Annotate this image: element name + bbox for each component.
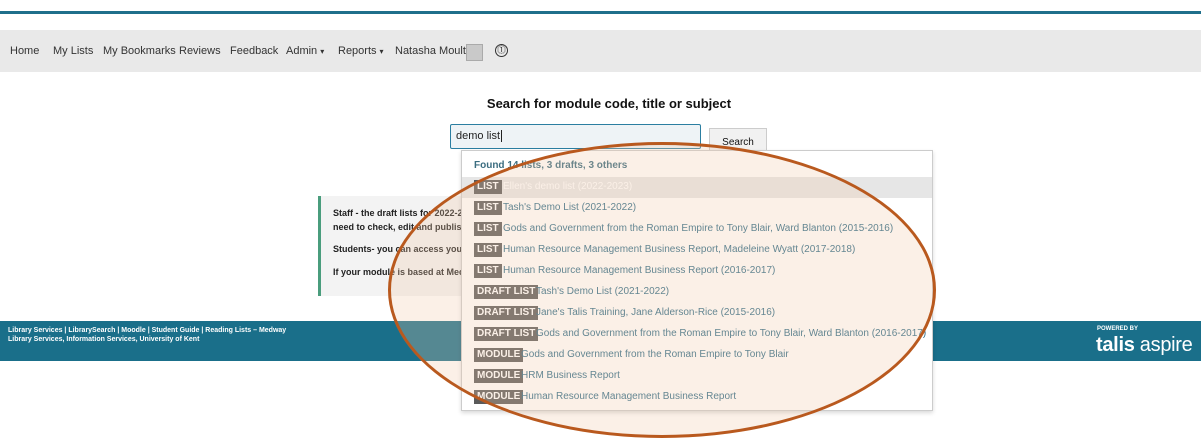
talis-aspire-logo[interactable]: talis aspire (1096, 334, 1193, 357)
result-item[interactable]: LIST Ellen's demo list (2022-2023) (462, 177, 932, 198)
chevron-down-icon: ▾ (320, 47, 325, 56)
result-item[interactable]: LIST Human Resource Management Business R… (462, 240, 932, 261)
result-type-badge: LIST (474, 264, 502, 278)
result-title: Tash's Demo List (2021-2022) (536, 286, 670, 297)
result-type-badge: DRAFT LIST (474, 327, 539, 341)
nav-home[interactable]: Home (10, 30, 39, 72)
result-title: Gods and Government from the Roman Empir… (503, 223, 894, 234)
staff-notice-panel: Staff - the draft lists for 2022-2 need … (318, 196, 471, 296)
result-item[interactable]: DRAFT LIST Gods and Government from the R… (462, 324, 932, 345)
notice-line: If your module is based at Mec (333, 267, 465, 277)
result-type-badge: LIST (474, 180, 502, 194)
nav-reviews[interactable]: Reviews (179, 30, 221, 72)
result-item[interactable]: MODULE Human Resource Management Business… (462, 387, 932, 408)
search-input-value: demo list (456, 130, 501, 142)
notice-line: need to check, edit and publis (333, 222, 462, 232)
result-title: Human Resource Management Business Repor… (521, 391, 737, 402)
result-type-badge: DRAFT LIST (474, 285, 539, 299)
footer-links[interactable]: Library Services | LibrarySearch | Moodl… (8, 327, 286, 334)
top-accent-line (0, 11, 1201, 14)
result-type-badge: DRAFT LIST (474, 306, 539, 320)
result-title: Ellen's demo list (2022-2023) (503, 181, 633, 192)
search-title: Search for module code, title or subject (486, 96, 732, 111)
notice-line: Students- you can access you (333, 244, 463, 254)
notice-line: Staff - the draft lists for 2022-2 (333, 208, 463, 218)
result-type-badge: MODULE (474, 390, 524, 404)
nav-admin-menu[interactable]: Admin ▾ (286, 30, 324, 72)
result-type-badge: MODULE (474, 348, 524, 362)
chevron-down-icon: ▾ (379, 47, 384, 56)
nav-reports-menu[interactable]: Reports ▾ (338, 30, 384, 72)
result-title: Gods and Government from the Roman Empir… (521, 349, 789, 360)
result-item[interactable]: LIST Human Resource Management Business R… (462, 261, 932, 282)
accessibility-icon[interactable]: ⓵ (495, 44, 508, 57)
footer-org-line: Library Services, Information Services, … (8, 336, 200, 343)
result-title: Human Resource Management Business Repor… (503, 244, 856, 255)
result-title: Gods and Government from the Roman Empir… (536, 328, 927, 339)
nav-reports-label: Reports (338, 45, 377, 57)
logo-light-part: aspire (1139, 334, 1193, 356)
result-type-badge: MODULE (474, 369, 524, 383)
logo-bold-part: talis (1096, 334, 1135, 356)
results-summary: Found 14 lists, 3 drafts, 3 others (474, 160, 628, 171)
result-title: HRM Business Report (521, 370, 620, 381)
result-title: Jane's Talis Training, Jane Alderson-Ric… (536, 307, 776, 318)
result-title: Human Resource Management Business Repor… (503, 265, 776, 276)
result-type-badge: LIST (474, 201, 502, 215)
nav-my-lists[interactable]: My Lists (53, 30, 93, 72)
search-input[interactable]: demo list (450, 124, 701, 149)
nav-my-bookmarks[interactable]: My Bookmarks (103, 30, 176, 72)
result-item[interactable]: DRAFT LIST Tash's Demo List (2021-2022) (462, 282, 932, 303)
result-type-badge: LIST (474, 222, 502, 236)
result-item[interactable]: MODULE Gods and Government from the Roman… (462, 345, 932, 366)
result-item[interactable]: LIST Tash's Demo List (2021-2022) (462, 198, 932, 219)
autocomplete-dropdown: Found 14 lists, 3 drafts, 3 others LIST E… (461, 150, 933, 411)
result-title: Tash's Demo List (2021-2022) (503, 202, 637, 213)
powered-by-label: POWERED BY (1097, 326, 1139, 332)
nav-feedback[interactable]: Feedback (230, 30, 278, 72)
result-item[interactable]: LIST Gods and Government from the Roman E… (462, 219, 932, 240)
text-cursor (501, 130, 503, 142)
nav-admin-label: Admin (286, 45, 318, 57)
result-type-badge: LIST (474, 243, 502, 257)
navbar: Home My Lists My Bookmarks Reviews Feedb… (0, 30, 1201, 72)
result-item[interactable]: MODULE HRM Business Report (462, 366, 932, 387)
avatar[interactable] (466, 44, 483, 61)
result-item[interactable]: DRAFT LIST Jane's Talis Training, Jane Al… (462, 303, 932, 324)
